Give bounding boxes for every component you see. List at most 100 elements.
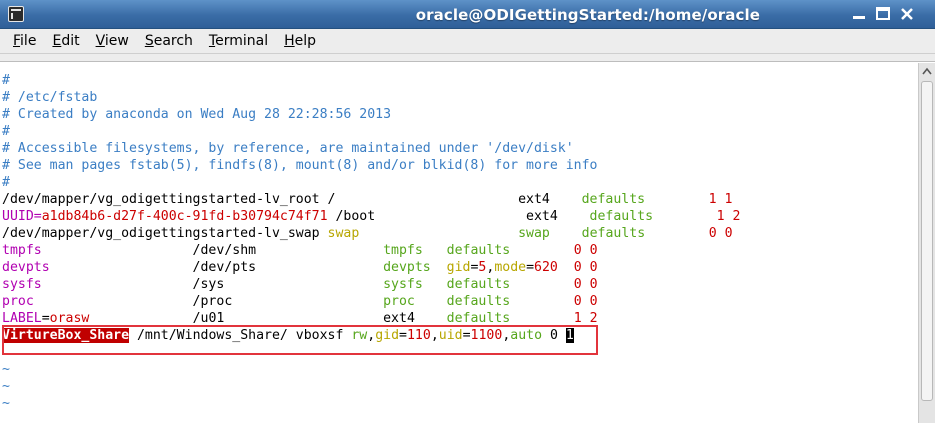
terminal-text-segment: /proc [33,294,384,309]
terminal-text-segment: 1 2 [716,209,741,224]
terminal-text-segment: gid [446,260,471,275]
terminal-text-segment: sysfs [383,277,423,292]
terminal-text-segment: defaults [446,243,511,258]
terminal-text-segment: # See man pages fstab(5), findfs(8), mou… [2,158,598,173]
menu-terminal[interactable]: Terminal [201,33,276,49]
terminal-text-segment: devpts [383,260,431,275]
terminal-text-segment: proc [2,294,34,309]
terminal-text-segment: defaults [589,209,654,224]
terminal-text-segment: proc [383,294,415,309]
terminal-text-segment: # [2,124,10,139]
terminal-text-segment: /dev/pts [49,260,384,275]
terminal-text-segment: LABEL [2,311,42,326]
terminal-line: # [2,174,916,191]
scrollbar-thumb[interactable] [921,81,933,401]
terminal-line: devpts /dev/pts devpts gid=5,mode=620 0 … [2,259,916,276]
scroll-up-arrow-icon[interactable] [919,63,935,79]
terminal-text-segment: /boot ext4 [327,209,590,224]
terminal-text-segment: 620 [534,260,558,275]
terminal-line: # /etc/fstab [2,89,916,106]
terminal-line: sysfs /sys sysfs defaults 0 0 [2,276,916,293]
terminal-line: ~ [2,361,916,378]
terminal-line: ~ [2,378,916,395]
terminal-text-segment: # /etc/fstab [2,90,98,105]
terminal-line: # Created by anaconda on Wed Aug 28 22:2… [2,106,916,123]
terminal-line: /dev/mapper/vg_odigettingstarted-lv_swap… [2,225,916,242]
terminal-text-segment: defaults [446,311,511,326]
terminal-text-segment: # [2,175,10,190]
terminal-line: # [2,123,916,140]
terminal-text-segment: # Created by anaconda on Wed Aug 28 22:2… [2,107,392,122]
terminal-text-segment: /dev/shm [41,243,384,258]
close-icon[interactable] [897,4,917,24]
terminal-text-segment: defaults [446,294,511,309]
terminal-text-segment: /dev/mapper/vg_odigettingstarted-lv_root… [2,192,582,207]
maximize-icon[interactable] [873,4,893,24]
terminal-text-segment: defaults [446,277,511,292]
terminal-line: proc /proc proc defaults 0 0 [2,293,916,310]
terminal-text-segment: ~ [2,379,10,394]
annotation-highlight-box [2,325,598,355]
terminal-text-segment: devpts [2,260,50,275]
vertical-scrollbar[interactable] [918,63,935,423]
menu-file[interactable]: File [5,33,44,49]
terminal-text-segment: ~ [2,396,10,411]
terminal-line: # [2,72,916,89]
menu-edit[interactable]: Edit [44,33,87,49]
terminal-text-segment: 0 0 [573,243,598,258]
terminal-text-segment: 0 0 [573,277,598,292]
menu-bar: File Edit View Search Terminal Help [0,29,935,54]
terminal-text-segment: # [2,73,10,88]
minimize-icon[interactable] [849,4,869,24]
toolbar-separator [0,54,935,62]
window-title: oracle@ODIGettingStarted:/home/oracle [415,6,760,24]
terminal-text-segment: /dev/mapper/vg_odigettingstarted-lv_swap [2,226,328,241]
terminal-line: tmpfs /dev/shm tmpfs defaults 0 0 [2,242,916,259]
menu-view[interactable]: View [88,33,137,49]
terminal-text-segment: = [526,260,535,275]
terminal-text-segment: 1 1 [708,192,733,207]
menu-search[interactable]: Search [137,33,201,49]
terminal-line: /dev/mapper/vg_odigettingstarted-lv_root… [2,191,916,208]
terminal-text-segment: = [41,311,50,326]
terminal-text-segment: 1 2 [573,311,598,326]
terminal-text-area[interactable]: # # /etc/fstab # Created by anaconda on We… [2,72,916,423]
terminal-text-segment: 0 0 [708,226,733,241]
terminal-text-segment: orasw [49,311,90,326]
terminal-text-segment: tmpfs [383,243,423,258]
terminal-text-segment: swap [327,226,360,241]
terminal-text-segment: defaults [581,192,646,207]
menu-help[interactable]: Help [276,33,324,49]
terminal-text-segment: sysfs [2,277,42,292]
terminal-line: ~ [2,395,916,412]
terminal-text-segment: tmpfs [2,243,42,258]
terminal-line: # Accessible filesystems, by reference, … [2,140,916,157]
title-bar[interactable]: oracle@ODIGettingStarted:/home/oracle [0,0,935,29]
terminal-text-segment: swap [518,226,550,241]
terminal-line: # See man pages fstab(5), findfs(8), mou… [2,157,916,174]
terminal-text-segment: mode [494,260,527,275]
terminal-text-segment: /sys [41,277,384,292]
terminal-text-segment: # Accessible filesystems, by reference, … [2,141,574,156]
terminal-text-segment: a1db84b6-d27f-400c-91fd-b30794c74f71 [41,209,328,224]
terminal-text-segment: 0 0 [573,260,598,275]
terminal-line: UUID=a1db84b6-d27f-400c-91fd-b30794c74f7… [2,208,916,225]
terminal-text-segment: UUID= [2,209,42,224]
terminal-text-segment: ~ [2,362,10,377]
terminal-text-segment: defaults [581,226,646,241]
terminal-text-segment: /u01 ext4 [89,311,447,326]
terminal-text-segment: 0 0 [573,294,598,309]
